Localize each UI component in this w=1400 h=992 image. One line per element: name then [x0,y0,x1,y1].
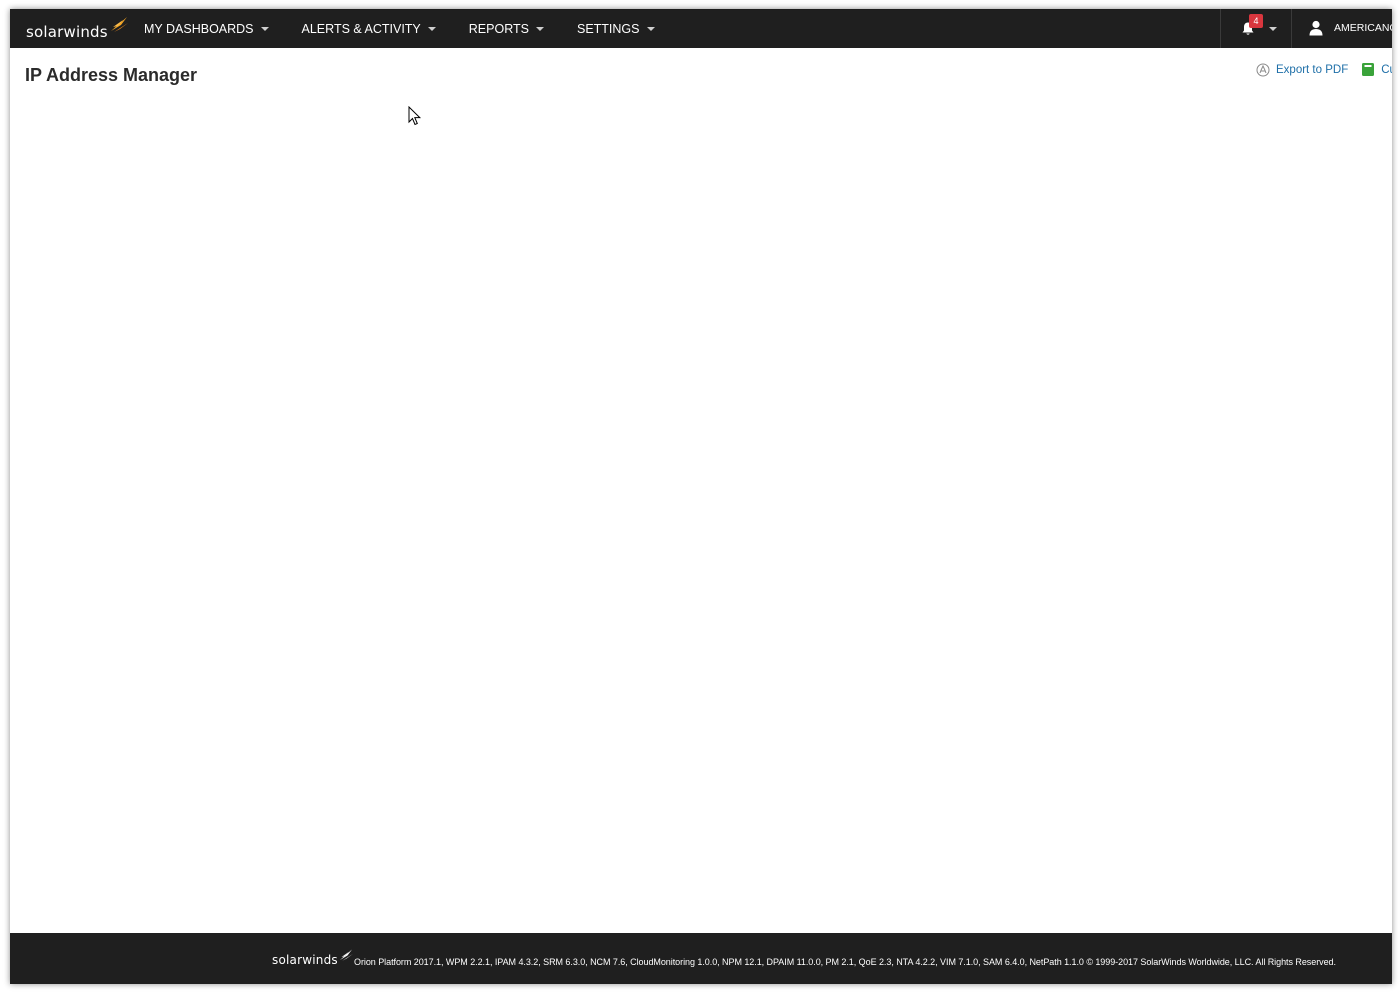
user-name: AMERICANC [1334,22,1392,34]
footer-solarwinds-logo[interactable]: solarwinds [272,948,354,969]
customize-page-link[interactable]: Cu [1361,62,1392,77]
pdf-icon [1256,63,1270,76]
user-icon [1309,20,1323,36]
notification-count-badge: 4 [1249,14,1263,28]
caret-down-icon [646,26,655,31]
nav-my-dashboards[interactable]: MY DASHBOARDS [134,9,279,48]
top-navigation-bar: solarwinds MY DASHBOARDS ALERTS & ACTIVI… [10,9,1392,48]
caret-down-icon [427,26,436,31]
nav-label: ALERTS & ACTIVITY [301,21,421,36]
caret-down-icon [260,26,269,31]
nav-label: REPORTS [468,21,529,36]
footer-logo-text: solarwinds [272,953,338,967]
caret-down-icon [535,26,544,31]
main-nav: MY DASHBOARDS ALERTS & ACTIVITY REPORTS … [134,9,665,48]
footer-version-text: Orion Platform 2017.1, WPM 2.2.1, IPAM 4… [354,957,1336,967]
page-title: IP Address Manager [25,65,198,85]
browser-window: solarwinds MY DASHBOARDS ALERTS & ACTIVI… [10,9,1392,984]
footer-logo-flare-icon [339,949,353,961]
logo-text: solarwinds [26,23,108,41]
solarwinds-logo[interactable]: solarwinds [26,15,129,43]
nav-alerts-activity[interactable]: ALERTS & ACTIVITY [292,9,446,48]
customize-page-label: Cu [1381,63,1392,76]
mouse-pointer-icon [408,106,422,126]
page-actions: Export to PDF Cu [1256,62,1392,77]
nav-reports[interactable]: REPORTS [459,9,554,48]
user-menu[interactable]: AMERICANC [1291,9,1392,48]
nav-label: MY DASHBOARDS [144,21,254,36]
customize-page-icon [1362,63,1375,76]
nav-label: SETTINGS [576,21,640,36]
footer: solarwinds Orion Platform 2017.1, WPM 2.… [10,933,1392,984]
export-to-pdf-label: Export to PDF [1276,63,1349,76]
caret-down-icon [1269,27,1277,31]
export-to-pdf-link[interactable]: Export to PDF [1256,63,1348,77]
notifications-button[interactable]: 4 [1220,9,1291,48]
nav-settings[interactable]: SETTINGS [567,9,665,48]
logo-flare-icon [110,17,128,32]
topbar-right: 4 AMERICANC [1220,9,1392,48]
